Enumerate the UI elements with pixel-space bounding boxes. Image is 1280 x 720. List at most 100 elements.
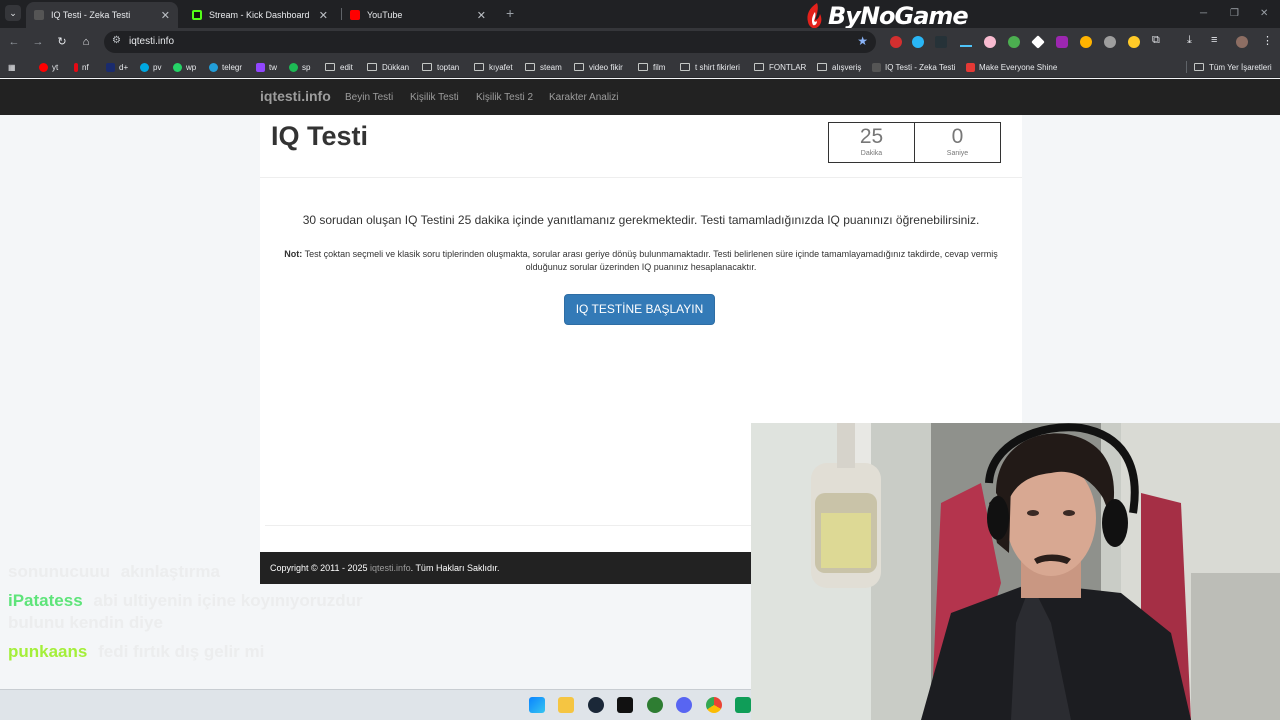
windows-start-icon[interactable] [529, 697, 545, 713]
bookmark-star-icon[interactable]: ★ [857, 34, 868, 48]
bookmark-nf[interactable]: nf [74, 61, 89, 73]
nav-karakter-analizi[interactable]: Karakter Analizi [549, 92, 618, 103]
download-icon[interactable]: ⤓ [1187, 34, 1192, 47]
bookmark-folder-dukkan[interactable]: Dükkan [367, 61, 409, 73]
bookmark-folder-alisveris[interactable]: alışveriş [817, 61, 861, 73]
back-icon[interactable]: ← [6, 34, 22, 50]
bookmark-d-plus[interactable]: d+ [106, 61, 128, 73]
steam-icon[interactable] [588, 697, 604, 713]
bookmark-yt[interactable]: yt [39, 61, 58, 73]
bookmark-iq-testi[interactable]: IQ Testi - Zeka Testi [872, 61, 955, 73]
bookmark-label: toptan [437, 62, 460, 72]
extension-icon[interactable] [1031, 35, 1045, 49]
browser-tab-bar: ⌄ IQ Testi - Zeka Testi ✕ Stream - Kick … [0, 0, 1280, 30]
close-icon[interactable]: ✕ [161, 9, 170, 22]
bookmark-label: alışveriş [832, 62, 862, 72]
timer-seconds-value: 0 [951, 125, 964, 148]
tab-title: IQ Testi - Zeka Testi [51, 10, 131, 20]
bookmark-telegr[interactable]: telegr [209, 61, 242, 73]
forward-icon[interactable]: → [30, 34, 46, 50]
bookmark-make-everyone-shine[interactable]: Make Everyone Shine [966, 61, 1057, 73]
site-navbar: iqtesti.info Beyin Testi Kişilik Testi K… [0, 79, 1280, 115]
bookmark-folder-video-fikir[interactable]: video fikir [574, 61, 623, 73]
bookmark-folder-edit[interactable]: edit [325, 61, 353, 73]
terminal-icon[interactable] [617, 697, 633, 713]
bookmark-folder-tshirt[interactable]: t shirt fikirleri [680, 61, 740, 73]
site-favicon [872, 62, 881, 72]
address-bar[interactable]: ⚙ iqtesti.info ★ [104, 31, 876, 53]
app-icon[interactable] [735, 697, 751, 713]
file-explorer-icon[interactable] [558, 697, 574, 713]
minimize-icon[interactable]: ─ [1200, 8, 1207, 19]
nav-kisilik-testi[interactable]: Kişilik Testi [410, 92, 459, 103]
extension-icon[interactable] [960, 45, 972, 47]
tab-kick-dashboard[interactable]: Stream - Kick Dashboard ✕ [184, 2, 336, 28]
tab-youtube[interactable]: YouTube ✕ [342, 2, 494, 28]
chat-message: iPatatess abi ultiyenin içine koyınıyoru… [8, 591, 363, 611]
site-info-icon[interactable]: ⚙ [112, 35, 121, 46]
avatar[interactable] [1236, 36, 1248, 48]
site-brand-link[interactable]: iqtesti.info [260, 88, 331, 104]
extension-icon[interactable] [1128, 36, 1140, 48]
twitch-icon [256, 62, 265, 72]
folder-icon [817, 63, 827, 71]
footer-site-link[interactable]: iqtesti.info [370, 563, 411, 573]
close-icon[interactable]: ✕ [477, 9, 486, 22]
bookmark-sp[interactable]: sp [289, 61, 310, 73]
bookmark-tw[interactable]: tw [256, 61, 277, 73]
timer-seconds: 0 Saniye [914, 122, 1001, 163]
shield-icon[interactable] [1104, 36, 1116, 48]
extension-icon[interactable] [890, 36, 902, 48]
bookmark-label: telegr [222, 62, 243, 72]
menu-icon[interactable]: ⋮ [1262, 34, 1273, 47]
bookmark-folder-film[interactable]: film [638, 61, 665, 73]
new-tab-button[interactable]: + [506, 5, 514, 21]
copyright-text: Copyright © 2011 - 2025 [270, 563, 368, 573]
bookmark-label: t shirt fikirleri [695, 62, 740, 72]
reload-icon[interactable]: ↻ [54, 34, 70, 50]
chat-username: sonunucuuu [8, 562, 110, 581]
apps-grid-icon[interactable]: ▦ [8, 61, 16, 73]
tab-iq-testi[interactable]: IQ Testi - Zeka Testi ✕ [26, 2, 178, 28]
bookmark-folder-fontlar[interactable]: FONTLAR [754, 61, 806, 73]
maximize-icon[interactable]: ❐ [1230, 8, 1239, 19]
bookmark-label: pv [153, 62, 162, 72]
note-text: Not: Test çoktan seçmeli ve klasik soru … [280, 248, 1002, 274]
media-icon[interactable]: ≡ [1211, 34, 1217, 46]
chat-text-continued: bulunu kendin diye [8, 613, 163, 632]
intro-text: 30 sorudan oluşan IQ Testini 25 dakika i… [302, 213, 980, 227]
bookmark-folder-kiyafet[interactable]: kıyafet [474, 61, 513, 73]
chrome-icon[interactable] [706, 697, 722, 713]
bookmark-wp[interactable]: wp [173, 61, 196, 73]
start-test-button[interactable]: IQ TESTİNE BAŞLAYIN [564, 294, 715, 325]
telegram-icon [209, 62, 218, 72]
nav-kisilik-testi-2[interactable]: Kişilik Testi 2 [476, 92, 533, 103]
xbox-icon[interactable] [647, 697, 663, 713]
close-icon[interactable]: ✕ [319, 9, 328, 22]
window-close-icon[interactable]: ✕ [1260, 8, 1268, 19]
youtube-icon [39, 62, 48, 72]
extension-icon[interactable] [1080, 36, 1092, 48]
all-bookmarks-folder[interactable]: Tüm Yer İşaretleri [1194, 61, 1272, 73]
bookmark-pv[interactable]: pv [140, 61, 161, 73]
discord-icon[interactable] [676, 697, 692, 713]
timer-seconds-label: Saniye [946, 150, 969, 157]
home-icon[interactable]: ⌂ [78, 34, 94, 50]
timer-minutes-value: 25 [859, 125, 884, 148]
url-text: iqtesti.info [129, 36, 175, 47]
tab-search-button[interactable]: ⌄ [5, 5, 21, 21]
extension-icon[interactable] [1008, 36, 1020, 48]
extension-icon[interactable] [984, 36, 996, 48]
footer-dot: . [410, 563, 414, 573]
puzzle-icon[interactable]: ⧉ [1152, 34, 1160, 47]
chat-text: abi ultiyenin içine koyınıyoruzdur [93, 591, 363, 610]
extension-icon[interactable] [935, 36, 947, 48]
extension-icon[interactable] [912, 36, 924, 48]
extension-icon[interactable] [1056, 36, 1068, 48]
bookmark-label: sp [302, 62, 311, 72]
bookmark-folder-steam[interactable]: steam [525, 61, 562, 73]
bookmark-folder-toptan[interactable]: toptan [422, 61, 459, 73]
whatsapp-icon [173, 62, 182, 72]
windows-taskbar [0, 689, 751, 720]
nav-beyin-testi[interactable]: Beyin Testi [345, 92, 393, 103]
